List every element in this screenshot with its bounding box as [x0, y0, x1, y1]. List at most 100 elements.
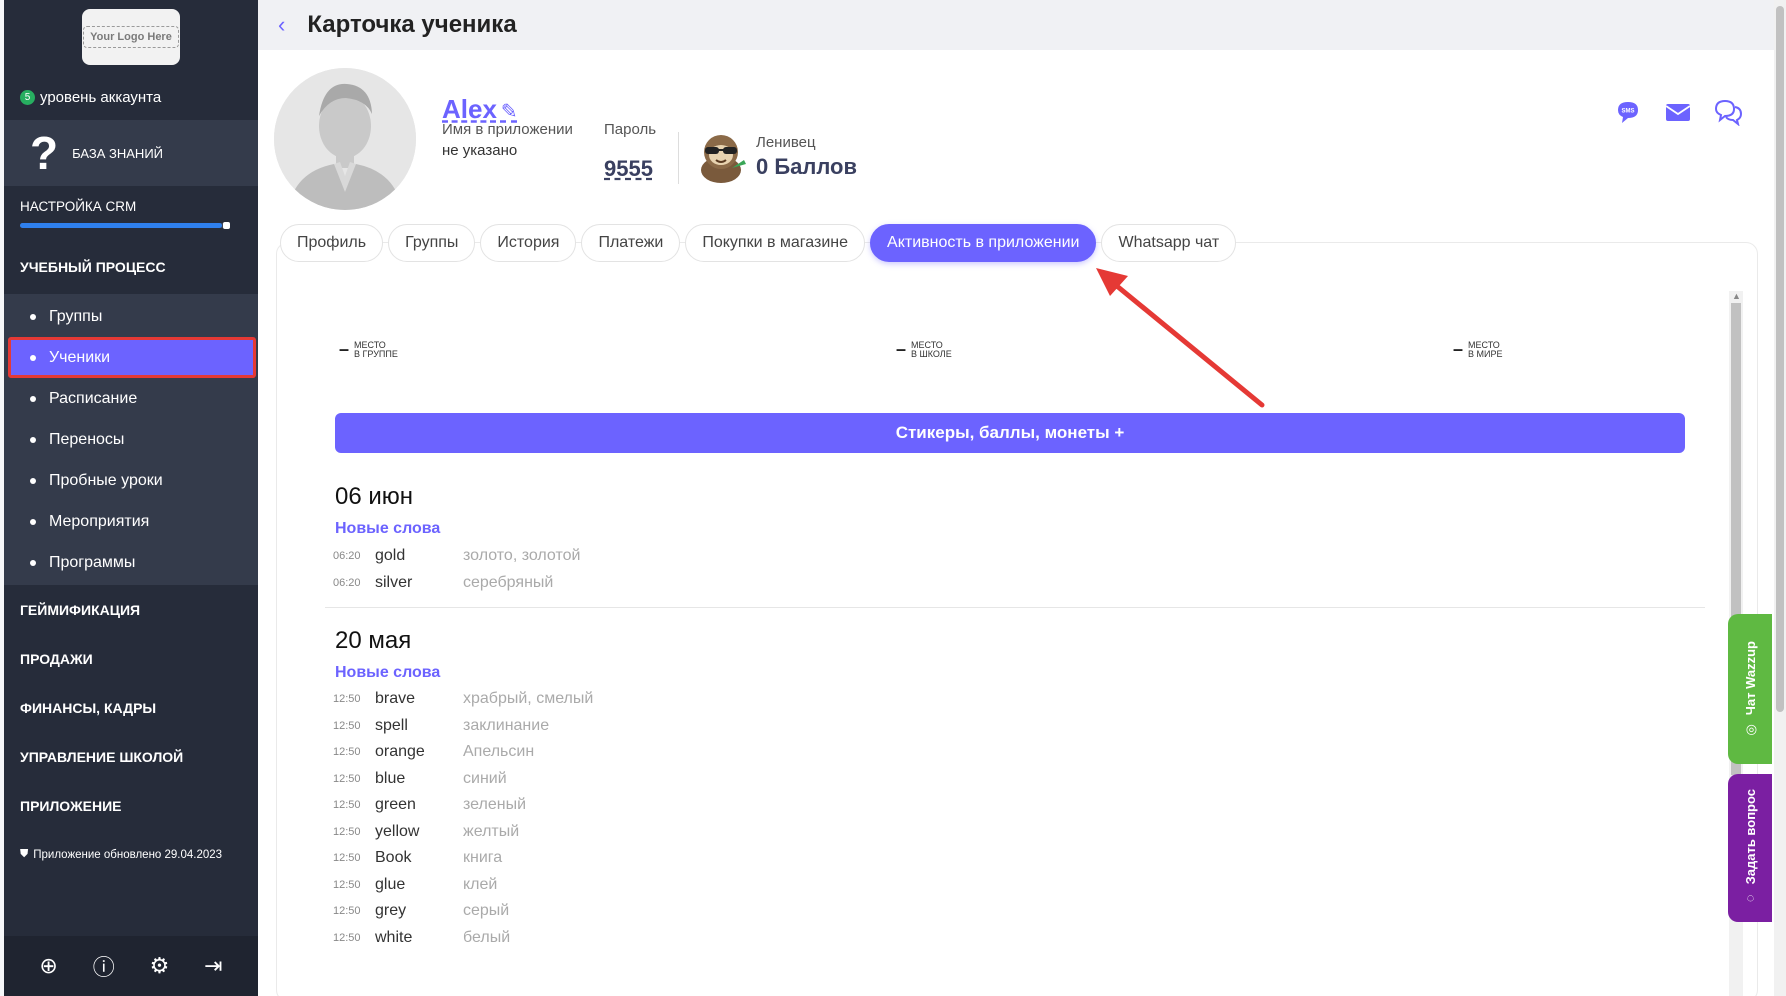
word-row: 12:50 white белый [333, 925, 593, 952]
word-translation: синий [463, 769, 507, 787]
word: Book [375, 849, 412, 867]
ask-question-widget[interactable]: ◌ Задать вопрос [1728, 774, 1772, 922]
tab-groups[interactable]: Группы [388, 224, 476, 262]
email-icon[interactable] [1662, 98, 1694, 133]
student-tabs: Профиль Группы История Платежи Покупки в… [280, 224, 1237, 262]
sms-icon[interactable]: SMS [1612, 98, 1644, 133]
place-in-school: – МЕСТО В ШКОЛЕ [896, 339, 952, 359]
word-row: 12:50 glue клей [333, 872, 593, 899]
word-row: 12:50 orange Апельсин [333, 739, 593, 766]
chat-icon[interactable] [1712, 98, 1744, 133]
section-finance[interactable]: ФИНАНСЫ, КАДРЫ [4, 683, 258, 732]
school-logo[interactable]: Your Logo Here [82, 9, 180, 65]
section-learning[interactable]: УЧЕБНЫЙ ПРОЦЕСС [4, 240, 258, 294]
word-time: 12:50 [333, 719, 361, 732]
crm-setup-label: НАСТРОЙКА CRM [20, 199, 137, 214]
page-scrollbar[interactable] [1774, 0, 1786, 996]
section-gamification[interactable]: ГЕЙМИФИКАЦИЯ [4, 585, 258, 634]
pencil-icon[interactable]: ✎ [501, 101, 518, 123]
place-in-world: – МЕСТО В МИРЕ [1453, 340, 1503, 359]
avatar-silhouette [274, 68, 416, 210]
sidebar-item-label: Группы [49, 307, 103, 325]
sidebar-item-label: Пробные уроки [49, 471, 163, 489]
sidebar-item-groups[interactable]: Группы [4, 296, 258, 337]
crm-progress-knob [223, 222, 230, 229]
question-mark-icon: ? [30, 127, 59, 179]
section-school-management[interactable]: УПРАВЛЕНИЕ ШКОЛОЙ [4, 732, 258, 781]
word-time: 12:50 [333, 905, 361, 918]
tab-app-activity[interactable]: Активность в приложении [870, 224, 1097, 262]
tab-content-panel: ▲ – МЕСТО В ГРУППЕ – МЕСТО В ШКОЛЕ – МЕСТО… [276, 242, 1758, 996]
word-time: 12:50 [333, 772, 361, 785]
sidebar-item-schedule[interactable]: Расписание [4, 378, 258, 419]
word-row: 12:50 Book книга [333, 845, 593, 872]
help-icon[interactable]: ⓘ [93, 950, 115, 982]
sidebar-item-programs[interactable]: Программы [4, 542, 258, 583]
word-row: 12:50 blue синий [333, 766, 593, 793]
word: yellow [375, 822, 420, 840]
back-icon[interactable]: ‹ [278, 12, 285, 38]
word-row: 12:50 grey серый [333, 898, 593, 925]
app-name-value: не указано [442, 142, 518, 159]
wazzup-chat-widget[interactable]: ◎ Чат Wazzup [1728, 614, 1772, 764]
sidebar-item-label: Ученики [49, 348, 111, 366]
svg-text:SMS: SMS [1621, 109, 1634, 115]
knowledge-base-label: БАЗА ЗНАНИЙ [72, 145, 164, 161]
word-time: 12:50 [333, 799, 361, 812]
whatsapp-icon: ◎ [1742, 722, 1758, 738]
sidebar-item-trial-lessons[interactable]: Пробные уроки [4, 460, 258, 501]
logout-icon[interactable]: ⇥ [204, 953, 222, 979]
learning-submenu: Группы Ученики Расписание Переносы Пробн… [4, 294, 258, 585]
activity-section-title: Новые слова [335, 664, 441, 681]
activity-section-title: Новые слова [335, 520, 441, 537]
tab-payments[interactable]: Платежи [581, 224, 681, 262]
section-sales[interactable]: ПРОДАЖИ [4, 634, 258, 683]
tab-profile[interactable]: Профиль [280, 224, 384, 262]
word-time: 12:50 [333, 746, 361, 759]
word-time: 06:20 [333, 576, 361, 589]
scroll-up-icon[interactable]: ▲ [1732, 291, 1741, 301]
ask-question-label: Задать вопрос [1742, 789, 1758, 885]
bullet-icon [30, 559, 36, 566]
bullet-icon [30, 436, 36, 443]
page-scrollbar-thumb[interactable] [1776, 6, 1784, 712]
word-list: 12:50 brave храбрый, смелый 12:50 spell закл… [333, 686, 593, 951]
tab-whatsapp-chat[interactable]: Whatsapp чат [1101, 224, 1237, 262]
account-level[interactable]: 5 уровень аккаунта [4, 74, 258, 120]
sidebar-item-reschedules[interactable]: Переносы [4, 419, 258, 460]
stickers-points-coins-button[interactable]: Стикеры, баллы, монеты + [335, 413, 1685, 453]
crm-setup[interactable]: НАСТРОЙКА CRM [4, 186, 258, 240]
word: silver [375, 573, 413, 591]
student-avatar[interactable] [274, 68, 416, 210]
app-root: Your Logo Here 5 уровень аккаунта ? БАЗА… [0, 0, 1786, 996]
app-updated-text: Приложение обновлено 29.04.2023 [33, 848, 223, 861]
tab-history[interactable]: История [480, 224, 577, 262]
word-row: 12:50 spell заклинание [333, 713, 593, 740]
password-value[interactable]: 9555 [604, 156, 653, 182]
info-divider [678, 132, 679, 184]
sidebar: Your Logo Here 5 уровень аккаунта ? БАЗА… [4, 0, 258, 996]
word-translation: желтый [463, 822, 520, 840]
word-translation: заклинание [463, 716, 550, 734]
word: gold [375, 547, 406, 565]
sidebar-item-label: Переносы [49, 430, 125, 448]
sidebar-item-students[interactable]: Ученики [8, 337, 256, 378]
section-app[interactable]: ПРИЛОЖЕНИЕ [4, 781, 258, 830]
word-translation: книга [463, 849, 503, 867]
points-value: 0 Баллов [756, 154, 858, 179]
bullet-icon [30, 395, 36, 402]
tab-shop-purchases[interactable]: Покупки в магазине [685, 224, 866, 262]
word: grey [375, 902, 407, 920]
support-icon[interactable]: ⊕ [39, 953, 57, 979]
sidebar-item-events[interactable]: Мероприятия [4, 501, 258, 542]
place-in-school-value: – [896, 339, 907, 359]
settings-icon[interactable]: ⚙ [150, 953, 170, 979]
account-level-badge: 5 [20, 89, 35, 105]
word-row: 06:20 gold золото, золотой [333, 543, 580, 570]
word: blue [375, 769, 406, 787]
word-row: 12:50 yellow желтый [333, 819, 593, 846]
password-label: Пароль [604, 121, 657, 138]
knowledge-base-link[interactable]: ? БАЗА ЗНАНИЙ [4, 120, 258, 186]
question-bubble-icon: ◌ [1742, 891, 1758, 907]
word-translation: храбрый, смелый [463, 690, 594, 708]
